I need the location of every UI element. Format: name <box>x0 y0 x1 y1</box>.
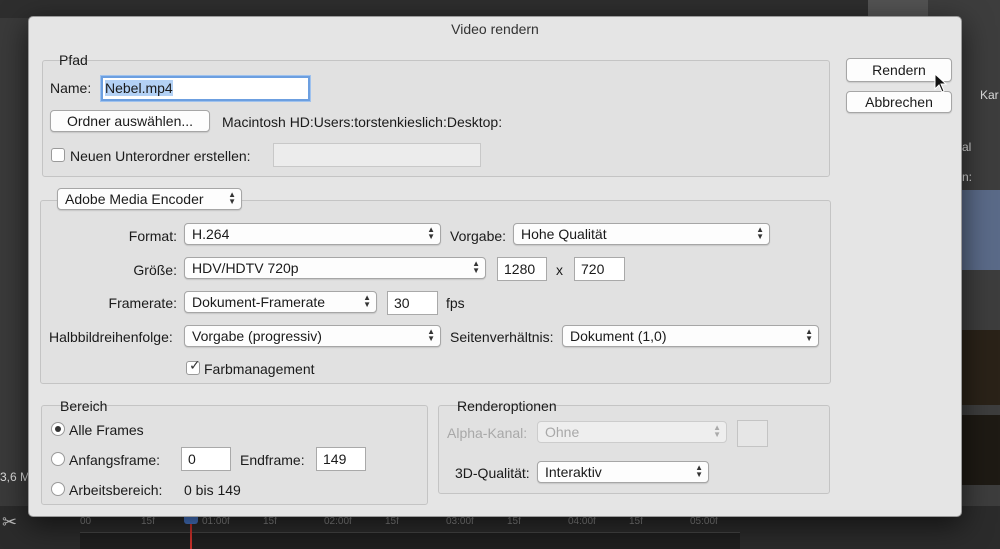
color-management-label: Farbmanagement <box>204 361 315 377</box>
checkmark-icon: ✓ <box>189 357 201 373</box>
mouse-cursor-icon <box>934 73 948 93</box>
timeline-tick-label: 04:00f <box>568 516 596 527</box>
size-select-value: HDV/HDTV 720p <box>192 260 299 276</box>
subfolder-label: Neuen Unterordner erstellen: <box>70 148 251 164</box>
timeline-tick-label: 03:00f <box>446 516 474 527</box>
start-frame-radio[interactable] <box>51 452 65 466</box>
timeline-tick-label: 15f <box>507 516 521 527</box>
alpha-channel-select[interactable]: Ohne ▲ ▼ <box>537 421 727 443</box>
alpha-channel-select-value: Ohne <box>545 424 580 440</box>
timeline-tick-label: 15f <box>385 516 399 527</box>
cancel-button[interactable]: Abbrechen <box>846 91 952 113</box>
timeline-tick-label: 00 <box>80 516 92 527</box>
work-area-radio[interactable] <box>51 482 65 496</box>
width-input[interactable]: 1280 <box>497 257 547 281</box>
select-arrows-icon: ▲ ▼ <box>713 423 721 439</box>
select-arrows-icon: ▲ ▼ <box>427 327 435 343</box>
height-input[interactable]: 720 <box>574 257 625 281</box>
start-frame-label: Anfangsframe: <box>69 452 161 468</box>
select-arrows-icon: ▲ ▼ <box>695 463 703 479</box>
fps-unit: fps <box>446 295 465 311</box>
name-input[interactable]: Nebel.mp4 <box>101 76 310 101</box>
format-select-value: H.264 <box>192 226 230 242</box>
3d-quality-label: 3D-Qualität: <box>455 465 530 481</box>
3d-quality-select[interactable]: Interaktiv ▲ ▼ <box>537 461 709 483</box>
range-group-legend: Bereich <box>60 398 108 414</box>
preset-select[interactable]: Hohe Qualität ▲ ▼ <box>513 223 770 245</box>
select-arrows-icon: ▲ ▼ <box>805 327 813 343</box>
subfolder-checkbox[interactable] <box>51 148 65 162</box>
all-frames-label: Alle Frames <box>69 422 144 438</box>
alpha-channel-label: Alpha-Kanal: <box>447 425 528 441</box>
field-order-select[interactable]: Vorgabe (progressiv) ▲ ▼ <box>184 325 441 347</box>
size-separator: x <box>556 262 563 278</box>
format-label: Format: <box>128 228 177 244</box>
encoder-select[interactable]: Adobe Media Encoder ▲ ▼ <box>57 188 242 210</box>
select-arrows-icon: ▲ ▼ <box>427 225 435 241</box>
subfolder-input[interactable] <box>273 143 481 167</box>
zoom-status: 3,6 M <box>0 470 31 484</box>
encoder-select-value: Adobe Media Encoder <box>65 191 204 207</box>
timeline-tick-label: 15f <box>629 516 643 527</box>
select-arrows-icon: ▲ ▼ <box>472 259 480 275</box>
select-arrows-icon: ▲ ▼ <box>228 190 236 206</box>
timeline-tick-label: 01:00f <box>202 516 230 527</box>
panel-tab-2[interactable]: Kar <box>980 88 999 102</box>
aspect-label: Seitenverhältnis: <box>450 329 554 345</box>
choose-folder-button[interactable]: Ordner auswählen... <box>50 110 210 132</box>
timeline-tick-label: 15f <box>263 516 277 527</box>
radio-dot-icon <box>55 426 61 432</box>
dialog-title: Video rendern <box>451 21 539 37</box>
aspect-select[interactable]: Dokument (1,0) ▲ ▼ <box>562 325 819 347</box>
field-order-label: Halbbildreihenfolge: <box>49 329 173 345</box>
end-frame-input[interactable]: 149 <box>316 447 366 471</box>
end-frame-label: Endframe: <box>240 452 305 468</box>
video-render-dialog: Video rendern Pfad Name: Nebel.mp4 Ordne… <box>28 16 962 517</box>
framerate-select-value: Dokument-Framerate <box>192 294 326 310</box>
panel-text-2: n: <box>962 170 973 184</box>
layer-thumbnail-3 <box>962 415 1000 485</box>
panel-text-1: al <box>962 140 972 154</box>
timeline-track[interactable] <box>80 532 740 549</box>
color-management-checkbox[interactable]: ✓ <box>186 357 201 375</box>
framerate-label: Framerate: <box>108 295 177 311</box>
field-order-select-value: Vorgabe (progressiv) <box>192 328 322 344</box>
select-arrows-icon: ▲ ▼ <box>363 293 371 309</box>
size-label: Größe: <box>133 262 177 278</box>
all-frames-radio[interactable] <box>51 422 65 436</box>
render-options-legend: Renderoptionen <box>457 398 557 414</box>
scissors-icon[interactable]: ✂ <box>2 512 17 533</box>
select-arrows-icon: ▲ ▼ <box>756 225 764 241</box>
aspect-select-value: Dokument (1,0) <box>570 328 667 344</box>
3d-quality-select-value: Interaktiv <box>545 464 602 480</box>
folder-path: Macintosh HD:Users:torstenkieslich:Deskt… <box>222 114 503 130</box>
name-value: Nebel.mp4 <box>105 80 173 96</box>
alpha-color-swatch[interactable] <box>737 420 768 447</box>
timeline-tick-label: 05:00f <box>690 516 718 527</box>
size-select[interactable]: HDV/HDTV 720p ▲ ▼ <box>184 257 486 279</box>
layer-thumbnail-1 <box>962 190 1000 270</box>
timeline-tick-label: 15f <box>141 516 155 527</box>
start-frame-input[interactable]: 0 <box>181 447 231 471</box>
work-area-value: 0 bis 149 <box>184 482 241 498</box>
work-area-label: Arbeitsbereich: <box>69 482 163 498</box>
timeline-tick-label: 02:00f <box>324 516 352 527</box>
path-group-legend: Pfad <box>59 52 88 68</box>
name-label: Name: <box>50 80 92 96</box>
preset-label: Vorgabe: <box>450 228 507 244</box>
framerate-select[interactable]: Dokument-Framerate ▲ ▼ <box>184 291 377 313</box>
preset-select-value: Hohe Qualität <box>521 226 607 242</box>
format-select[interactable]: H.264 ▲ ▼ <box>184 223 441 245</box>
layer-thumbnail-2 <box>962 330 1000 405</box>
fps-input[interactable]: 30 <box>387 291 438 315</box>
